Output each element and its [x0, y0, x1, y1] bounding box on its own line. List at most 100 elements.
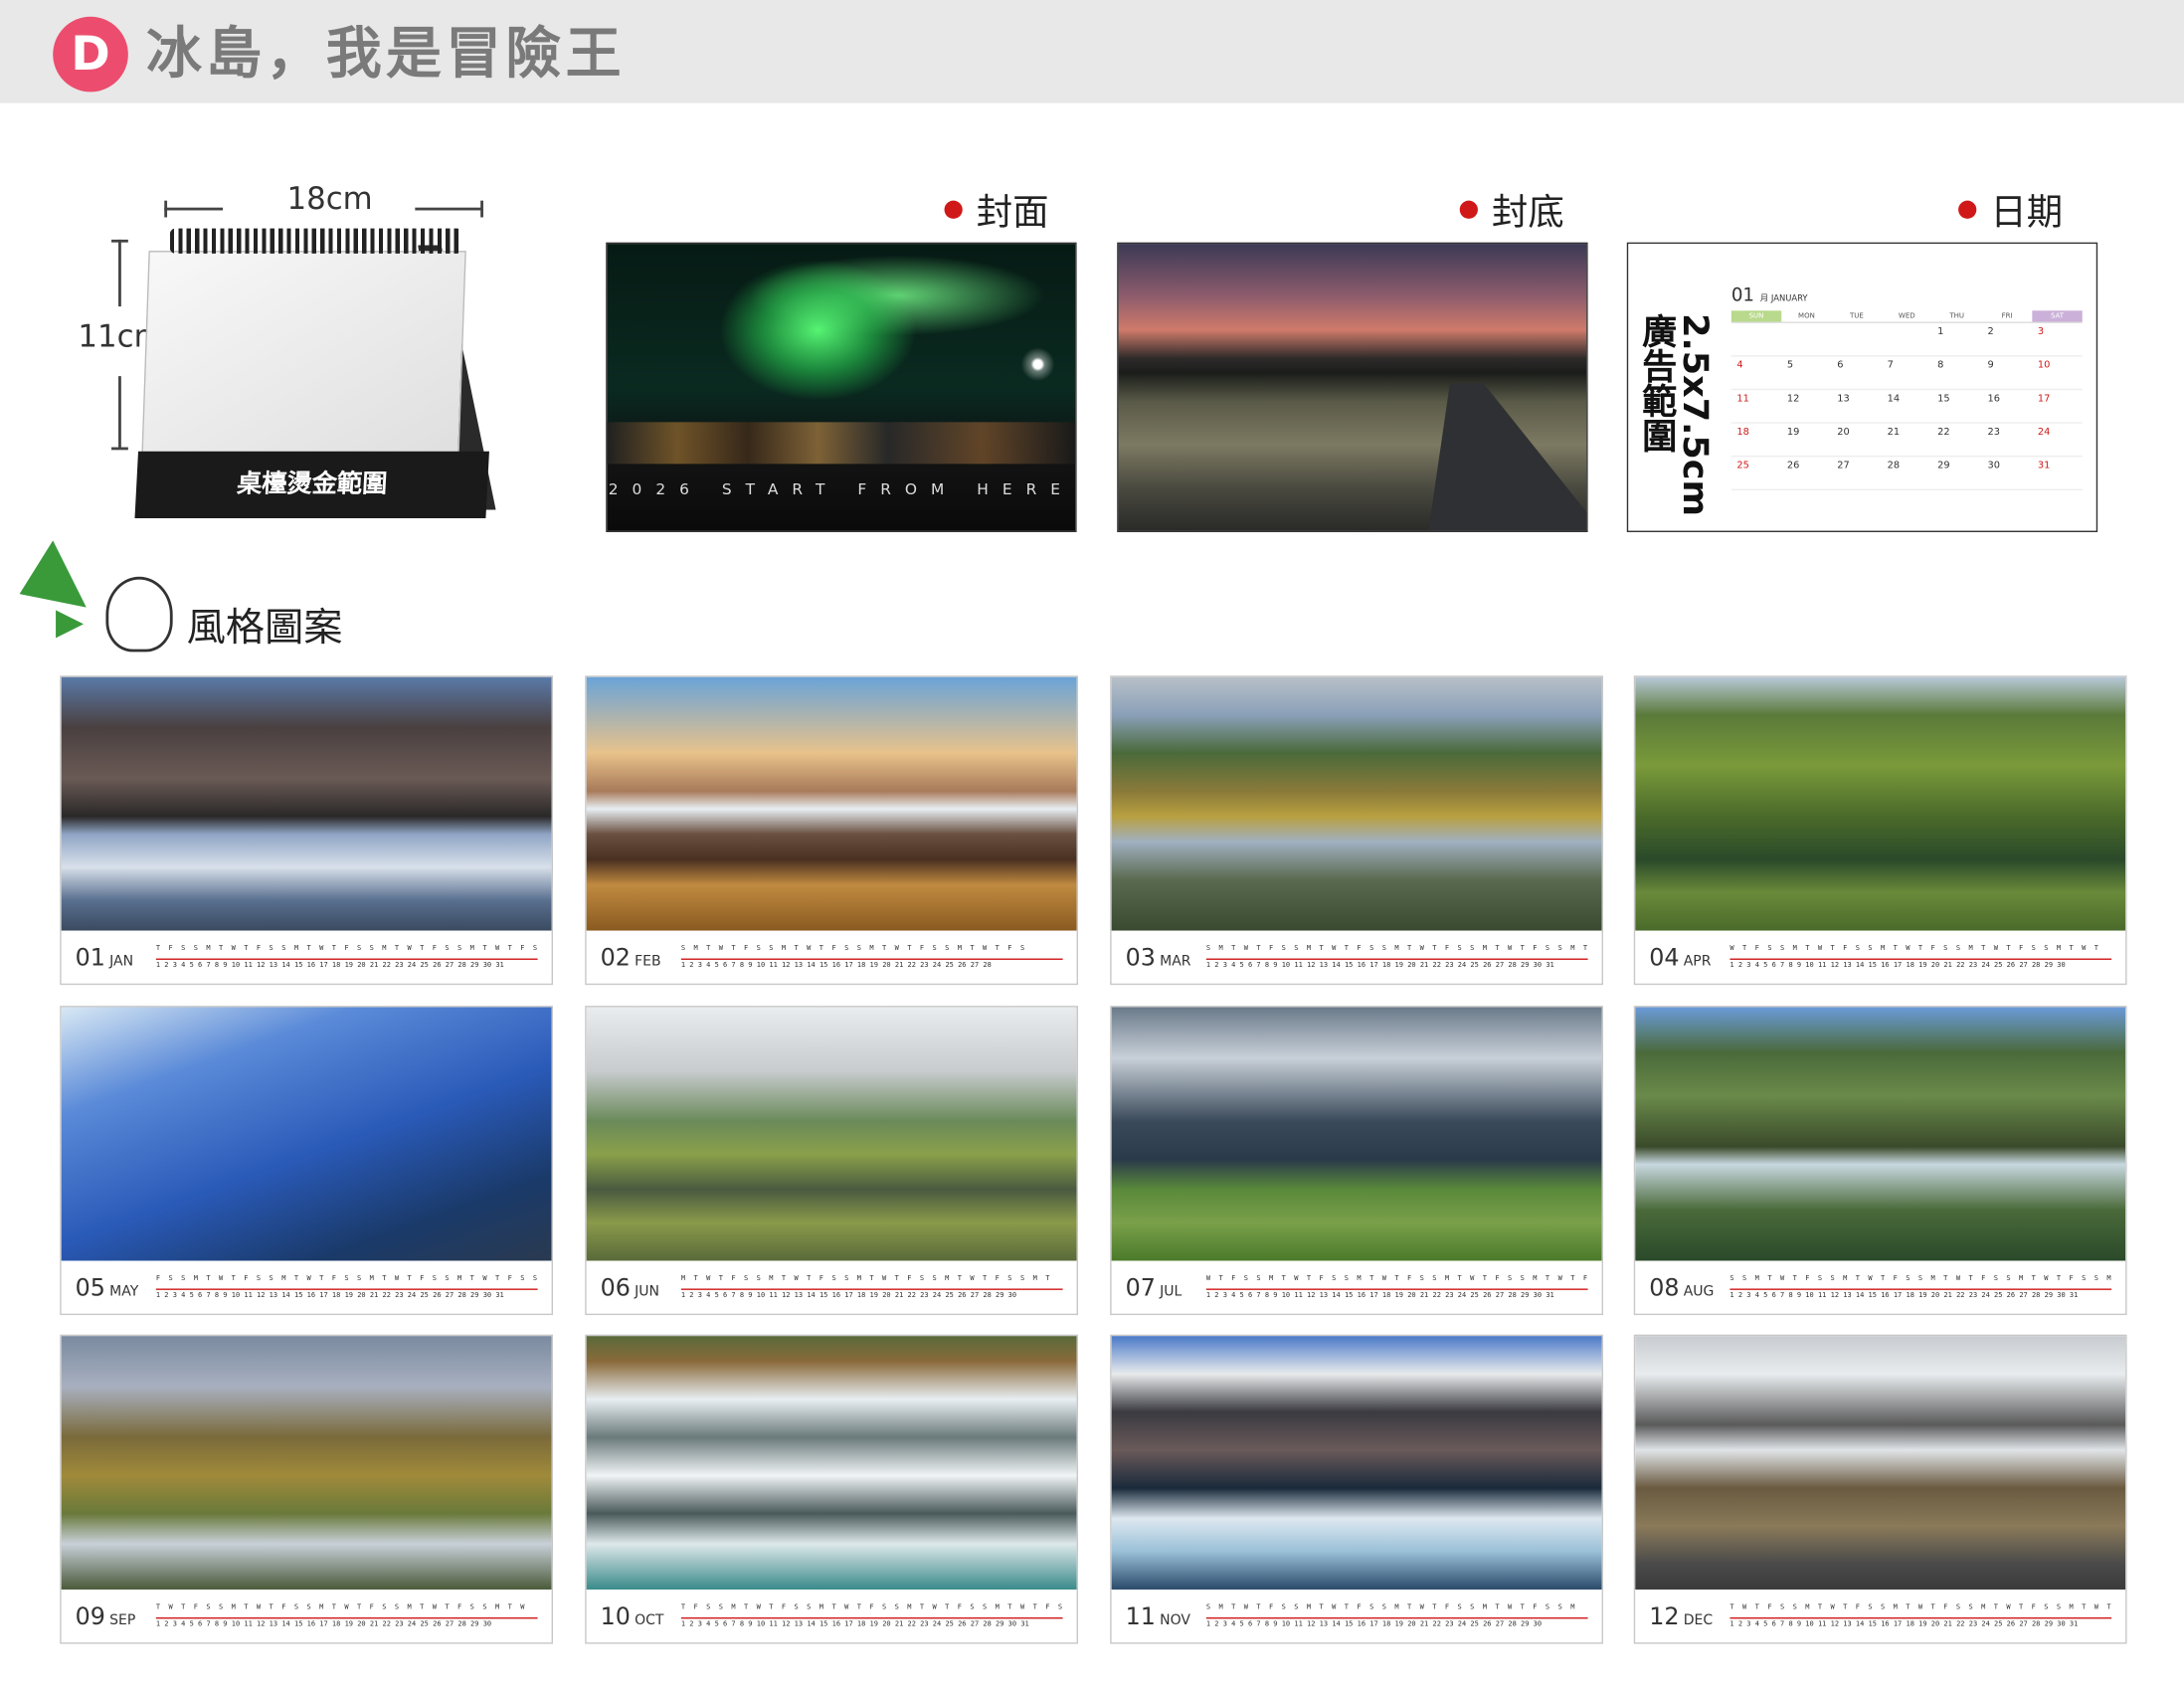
weekday-strip: F S S M T W T F S S M T W T F S S M T W …: [155, 1274, 538, 1283]
strip-rule: [1729, 958, 2112, 960]
style-section-label: 風格圖案: [186, 604, 343, 652]
red-dot-icon: [1958, 200, 1977, 219]
date-strip: S M T W T F S S M T W T F S S M T W T F …: [680, 945, 1063, 976]
month-abbr: MAR: [1160, 954, 1191, 970]
month-label: 02 FEB: [601, 945, 661, 973]
mini-month-number: 01: [1730, 285, 1754, 307]
foil-band: 桌檯燙金範圍: [134, 451, 489, 518]
month-card-06: 06 JUN M T W T F S S M T W T F S S M T W T…: [585, 1006, 1078, 1316]
town-lights: [607, 422, 1076, 465]
month-label: 08 AUG: [1649, 1274, 1714, 1302]
day-number-strip: 1 2 3 4 5 6 7 8 9 10 11 12 13 14 15 16 1…: [680, 1619, 1029, 1629]
month-photo: [586, 676, 1077, 931]
width-label: 18cm: [286, 182, 373, 218]
strip-rule: [1729, 1288, 2112, 1290]
mini-day-cell: 20: [1831, 424, 1883, 458]
road-shape: [1427, 383, 1587, 531]
mini-day-cell: 13: [1831, 390, 1883, 424]
month-number: 08: [1649, 1274, 1680, 1303]
month-abbr: FEB: [635, 954, 661, 970]
month-photo: [1635, 676, 2126, 931]
mini-day-cell: 23: [1981, 424, 2033, 458]
mini-day-cell: [1781, 323, 1832, 357]
month-abbr: OCT: [635, 1612, 664, 1629]
height-tick-bottom: [111, 447, 128, 451]
strip-rule: [155, 1288, 538, 1290]
mini-day-cell: 21: [1882, 424, 1932, 458]
mini-day-cell: [1882, 323, 1932, 357]
mini-day-cell: 11: [1730, 390, 1782, 424]
month-card-03: 03 MAR S M T W T F S S M T W T F S S M T W…: [1110, 675, 1603, 986]
month-photo: [586, 1007, 1077, 1261]
month-number: 03: [1125, 944, 1156, 973]
height-line-top: [118, 239, 121, 307]
mini-calendar-header: 01 月 JANUARY: [1731, 285, 2083, 306]
girl-face-icon: [105, 576, 173, 653]
month-number: 09: [75, 1602, 105, 1631]
mini-weekday: MON: [1798, 311, 1815, 321]
mini-day-cell: 9: [1981, 357, 2033, 391]
month-number: 12: [1649, 1602, 1680, 1631]
date-strip: W T F S S M T W T F S S M T W T F S S M …: [1729, 944, 2112, 976]
month-photo: [1111, 1336, 1602, 1590]
mini-day-cell: 7: [1882, 357, 1932, 391]
month-number: 05: [75, 1274, 105, 1303]
weekday-strip: W T F S S M T W T F S S M T W T F S S M …: [1729, 944, 2101, 953]
mini-day-cell: 17: [2032, 390, 2083, 424]
green-arrow-icon: [56, 610, 85, 639]
date-strip: S M T W T F S S M T W T F S S M T W T F …: [1205, 1603, 1588, 1634]
mini-weekday: THU: [1949, 311, 1965, 321]
ad-area-label: 2.5x7.5cm廣告範圍: [1637, 313, 1717, 516]
cover-label: 封面: [944, 189, 1049, 237]
mini-weekday: FRI: [2001, 311, 2013, 321]
cover-caption: 2026 START FROM HERE: [608, 480, 1075, 499]
month-number: 10: [600, 1602, 631, 1631]
mini-day-cell: 29: [1931, 457, 1982, 490]
month-label: 05 MAY: [76, 1274, 139, 1302]
strip-rule: [1729, 1616, 2112, 1619]
desk-board: [140, 251, 466, 471]
mini-day-cell: 8: [1931, 357, 1982, 391]
date-strip: S M T W T F S S M T W T F S S M T W T F …: [1205, 944, 1588, 976]
strip-rule: [1205, 1616, 1588, 1619]
mini-day-cell: 31: [2032, 457, 2083, 490]
mini-day-cell: 4: [1730, 357, 1782, 391]
day-number-strip: 1 2 3 4 5 6 7 8 9 10 11 12 13 14 15 16 1…: [680, 961, 992, 970]
month-card-04: 04 APR W T F S S M T W T F S S M T W T F S…: [1633, 675, 2127, 986]
month-label: 09 SEP: [76, 1603, 136, 1631]
month-abbr: JUL: [1160, 1284, 1183, 1300]
date-strip: T W T F S S M T W T F S S M T W T F S S …: [1729, 1603, 2112, 1634]
day-number-strip: 1 2 3 4 5 6 7 8 9 10 11 12 13 14 15 16 1…: [1205, 1619, 1543, 1629]
mini-day-cell: 2: [1981, 323, 2033, 357]
mini-weekday-row: SUN MON TUE WED THU FRI SAT: [1730, 310, 2083, 322]
strip-rule: [155, 1616, 538, 1619]
weekday-strip: T F S S M T W T F S S M T W T F S S M T …: [680, 1602, 1063, 1612]
month-card-09: 09 SEP T W T F S S M T W T F S S M T W T F…: [60, 1334, 553, 1644]
month-label: 06 JUN: [601, 1274, 659, 1302]
date-strip: F S S M T W T F S S M T W T F S S M T W …: [155, 1274, 538, 1305]
mini-month-name: 月 JANUARY: [1759, 293, 1808, 304]
cover-label-text: 封面: [976, 192, 1049, 235]
month-label: 07 JUL: [1126, 1274, 1183, 1302]
month-card-11: 11 NOV S M T W T F S S M T W T F S S M T W…: [1110, 1334, 1603, 1644]
date-strip: M T W T F S S M T W T F S S M T W T F S …: [680, 1274, 1063, 1305]
weekday-strip: S M T W T F S S M T W T F S S M T W T F …: [1205, 944, 1588, 953]
month-number: 07: [1125, 1274, 1156, 1303]
mini-day-cell: 25: [1730, 457, 1782, 490]
weekday-strip: M T W T F S S M T W T F S S M T W T F S …: [680, 1274, 1052, 1283]
month-photo: [1635, 1336, 2126, 1590]
month-abbr: DEC: [1683, 1612, 1714, 1629]
month-card-07: 07 JUL W T F S S M T W T F S S M T W T F S…: [1110, 1006, 1603, 1316]
month-label: 11 NOV: [1126, 1603, 1190, 1631]
month-photo: [1635, 1007, 2126, 1261]
month-abbr: JUN: [635, 1284, 659, 1300]
cover-preview: 2026 START FROM HERE: [606, 242, 1077, 532]
mini-day-cell: 22: [1931, 424, 1982, 458]
month-photo: [61, 1007, 552, 1261]
month-photo: [61, 1336, 552, 1590]
day-number-strip: 1 2 3 4 5 6 7 8 9 10 11 12 13 14 15 16 1…: [155, 1291, 504, 1300]
width-line-left: [164, 207, 224, 211]
mini-day-cell: [1730, 323, 1782, 357]
month-photo: [586, 1336, 1077, 1590]
mini-day-cell: 18: [1730, 424, 1782, 458]
